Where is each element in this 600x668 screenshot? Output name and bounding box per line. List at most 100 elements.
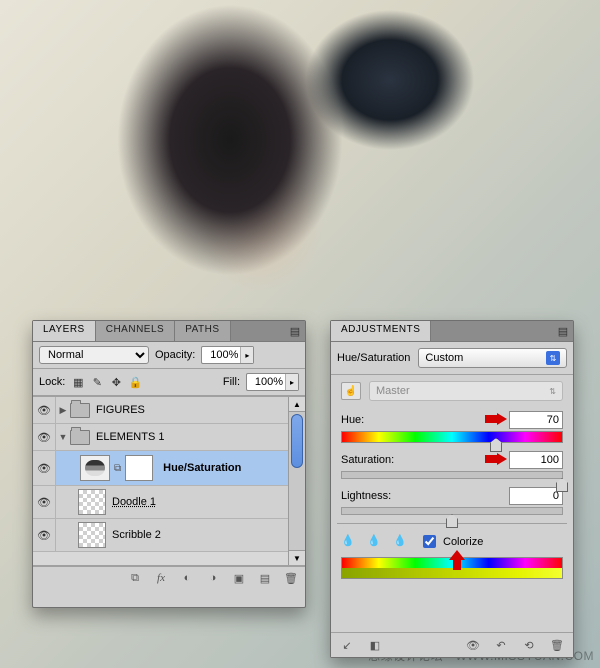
adjustment-thumb-icon (80, 455, 110, 481)
tab-channels[interactable]: CHANNELS (96, 321, 175, 341)
layer-name[interactable]: Scribble 2 (106, 529, 161, 541)
red-arrow-icon (485, 413, 507, 425)
delete-layer-icon[interactable]: 🗑 (283, 570, 299, 586)
opacity-label: Opacity: (155, 349, 195, 361)
adjustments-footer: ↙ ◧ 👁 ↶ ⟲ 🗑 (331, 632, 573, 657)
preset-select[interactable]: Custom ⇅ (418, 348, 567, 368)
delete-adjustment-icon[interactable]: 🗑 (549, 637, 565, 653)
blend-opacity-row: Normal Opacity: ▸ (33, 342, 305, 369)
layer-hue-saturation[interactable]: 👁 ⧉ Hue/Saturation (33, 451, 288, 486)
new-layer-icon[interactable]: ▤ (257, 570, 273, 586)
layer-name[interactable]: ELEMENTS 1 (90, 431, 164, 443)
colorize-checkbox[interactable]: Colorize (419, 532, 483, 551)
folder-icon (70, 403, 90, 418)
tab-layers[interactable]: LAYERS (33, 321, 96, 341)
fx-icon[interactable]: fx (153, 570, 169, 586)
saturation-slider-block: Saturation: (341, 451, 563, 479)
adjustment-title: Hue/Saturation (337, 352, 410, 364)
hue-slider-block: Hue: (341, 411, 563, 443)
layers-scrollbar[interactable]: ▲ ▼ (288, 397, 305, 565)
lightness-label: Lightness: (341, 490, 391, 502)
eyedropper-icon[interactable]: 💧 (341, 534, 357, 550)
hue-label: Hue: (341, 414, 364, 426)
targeted-adjust-icon[interactable]: ☝ (341, 382, 361, 400)
layers-panel: LAYERS CHANNELS PATHS ▤ Normal Opacity: … (32, 320, 306, 608)
link-layers-icon[interactable]: ⧉ (127, 570, 143, 586)
link-icon[interactable]: ⧉ (114, 463, 121, 474)
channel-select: Master⇅ (369, 381, 563, 401)
new-group-icon[interactable]: ▣ (231, 570, 247, 586)
layer-doodle1[interactable]: 👁 Doodle 1 (33, 486, 288, 519)
fill-input[interactable] (247, 376, 285, 388)
opacity-field[interactable]: ▸ (201, 346, 254, 364)
layer-name[interactable]: Doodle 1 (106, 496, 156, 508)
saturation-label: Saturation: (341, 454, 394, 466)
colorize-input[interactable] (423, 535, 436, 548)
visibility-eye-icon[interactable]: 👁 (37, 528, 51, 542)
preset-value: Custom (425, 352, 463, 364)
eyedropper-subtract-icon[interactable]: 💧 (393, 534, 409, 550)
eyedropper-row: 💧 💧 💧 Colorize (341, 532, 563, 551)
colorize-label: Colorize (443, 536, 483, 548)
hue-track[interactable] (341, 431, 563, 443)
lock-label: Lock: (39, 376, 65, 388)
chevron-updown-icon: ⇅ (546, 351, 560, 365)
layer-thumb (78, 522, 106, 548)
scroll-up-icon[interactable]: ▲ (289, 397, 305, 412)
blend-mode-select[interactable]: Normal (39, 346, 149, 364)
disclosure-closed-icon[interactable]: ▶ (56, 405, 70, 416)
lock-position-icon[interactable]: ✥ (109, 375, 123, 389)
lightness-input[interactable] (509, 487, 563, 505)
clip-to-layer-icon[interactable]: ◧ (367, 637, 383, 653)
lock-fill-row: Lock: ▦ ✎ ✥ 🔒 Fill: ▸ (33, 369, 305, 396)
reset-icon[interactable]: ⟲ (521, 637, 537, 653)
expand-view-icon[interactable]: ↙ (339, 637, 355, 653)
scroll-down-icon[interactable]: ▼ (289, 550, 305, 565)
saturation-thumb[interactable] (556, 478, 568, 492)
visibility-eye-icon[interactable]: 👁 (37, 461, 51, 475)
lock-transparency-icon[interactable]: ▦ (71, 375, 85, 389)
visibility-eye-icon[interactable]: 👁 (37, 403, 51, 417)
saturation-input[interactable] (509, 451, 563, 469)
chevron-right-icon[interactable]: ▸ (240, 347, 253, 363)
lock-icons-group: ▦ ✎ ✥ 🔒 (71, 375, 142, 389)
layer-name[interactable]: Hue/Saturation (157, 462, 241, 474)
hue-thumb[interactable] (490, 438, 502, 452)
disclosure-open-icon[interactable]: ▼ (56, 432, 70, 442)
layer-scribble2[interactable]: 👁 Scribble 2 (33, 519, 288, 552)
layers-tabrow: LAYERS CHANNELS PATHS ▤ (33, 321, 305, 342)
lock-pixels-icon[interactable]: ✎ (90, 375, 104, 389)
chevron-right-icon[interactable]: ▸ (285, 374, 298, 390)
folder-icon (70, 430, 90, 445)
fill-label: Fill: (223, 376, 240, 388)
adjustments-tabrow: ADJUSTMENTS ▤ (331, 321, 573, 342)
lightness-thumb[interactable] (446, 514, 458, 528)
layer-group-elements1[interactable]: 👁 ▼ ELEMENTS 1 (33, 424, 288, 451)
hue-input[interactable] (509, 411, 563, 429)
layer-group-figures[interactable]: 👁 ▶ FIGURES (33, 397, 288, 424)
lightness-track[interactable] (341, 507, 563, 515)
visibility-eye-icon[interactable]: 👁 (37, 430, 51, 444)
red-arrow-up-icon (449, 550, 465, 570)
previous-state-icon[interactable]: ↶ (493, 637, 509, 653)
fill-field[interactable]: ▸ (246, 373, 299, 391)
adjustments-panel: ADJUSTMENTS ▤ Hue/Saturation Custom ⇅ ☝ … (330, 320, 574, 658)
layer-mask-thumb[interactable] (125, 455, 153, 481)
tab-paths[interactable]: PATHS (175, 321, 230, 341)
lock-all-icon[interactable]: 🔒 (128, 375, 142, 389)
panel-menu-icon[interactable]: ▤ (285, 321, 305, 341)
layer-mask-icon[interactable]: ◐ (179, 570, 195, 586)
visibility-eye-icon[interactable]: 👁 (37, 495, 51, 509)
adjustment-layer-icon[interactable]: ◑ (205, 570, 221, 586)
saturation-track[interactable] (341, 471, 563, 479)
tab-adjustments[interactable]: ADJUSTMENTS (331, 321, 431, 341)
adjustment-title-row: Hue/Saturation Custom ⇅ (331, 342, 573, 375)
layers-footer: ⧉ fx ◐ ◑ ▣ ▤ 🗑 (33, 566, 305, 589)
eyedropper-add-icon[interactable]: 💧 (367, 534, 383, 550)
scroll-thumb[interactable] (291, 414, 303, 468)
layer-name[interactable]: FIGURES (90, 404, 145, 416)
panel-menu-icon[interactable]: ▤ (553, 321, 573, 341)
opacity-input[interactable] (202, 349, 240, 361)
toggle-visibility-icon[interactable]: 👁 (465, 637, 481, 653)
layers-list: 👁 ▶ FIGURES 👁 ▼ ELEMENTS 1 👁 ⧉ Hue/Satur… (33, 396, 305, 566)
